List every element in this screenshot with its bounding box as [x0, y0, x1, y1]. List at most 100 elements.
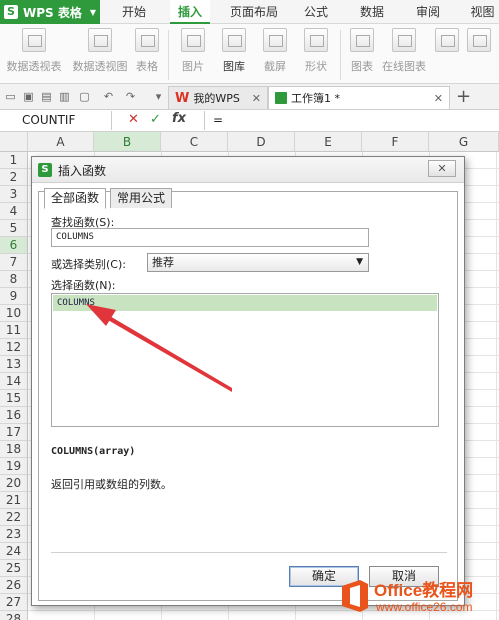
cancel-formula-icon[interactable]: ✕ [128, 112, 139, 127]
row-header[interactable]: 14 [0, 373, 28, 390]
column-header-selected[interactable]: B [94, 132, 161, 152]
function-signature: COLUMNS(array) [51, 446, 136, 457]
screenshot-button[interactable]: 截屏 [257, 28, 293, 74]
tab-review[interactable]: 审阅 [408, 0, 448, 24]
tab-common-formulas[interactable]: 常用公式 [110, 188, 173, 208]
doc-tab-my-wps[interactable]: W 我的WPS ✕ [168, 86, 268, 109]
wps-logo-icon: S [4, 5, 18, 19]
watermark-url: www.office26.com [376, 600, 473, 614]
category-label: 或选择类别(C): [51, 258, 126, 271]
print-preview-icon[interactable]: ▤ [40, 90, 53, 103]
row-header[interactable]: 9 [0, 288, 28, 305]
chevron-down-icon: ▼ [356, 257, 363, 267]
row-header[interactable]: 21 [0, 492, 28, 509]
row-header[interactable]: 2 [0, 169, 28, 186]
table-button[interactable]: 表格 [133, 28, 161, 74]
online-chart-button[interactable]: 在线图表 [380, 28, 428, 74]
row-header[interactable]: 19 [0, 458, 28, 475]
watermark: Office教程网 www.office26.com [340, 574, 499, 620]
dialog-title: 插入函数 [58, 164, 107, 178]
function-list-label: 选择函数(N): [51, 279, 116, 292]
doc-tab-label: 工作簿1 * [291, 92, 340, 105]
name-box[interactable]: COUNTIF [0, 111, 112, 130]
close-icon[interactable]: ✕ [426, 92, 443, 105]
preview-icon[interactable]: ▢ [78, 90, 91, 103]
row-header[interactable]: 1 [0, 152, 28, 169]
line-chart-dropdown[interactable] [464, 28, 494, 58]
row-header[interactable]: 13 [0, 356, 28, 373]
insert-function-icon[interactable]: fx [172, 111, 186, 126]
formula-input[interactable]: = [204, 111, 499, 130]
column-header[interactable]: E [295, 132, 362, 152]
row-header[interactable]: 18 [0, 441, 28, 458]
save-icon[interactable]: ▣ [22, 90, 35, 103]
close-icon[interactable]: ✕ [244, 92, 261, 105]
new-tab-icon[interactable]: + [456, 87, 471, 107]
pivot-table-button[interactable]: 数据透视表 [4, 28, 64, 74]
tab-data[interactable]: 数据 [352, 0, 392, 24]
shapes-button[interactable]: 形状 [298, 28, 334, 74]
undo-icon[interactable]: ↶ [102, 90, 115, 103]
accept-formula-icon[interactable]: ✓ [150, 112, 161, 127]
gallery-button[interactable]: 图库 [216, 28, 252, 74]
row-header[interactable]: 23 [0, 526, 28, 543]
picture-button[interactable]: 图片 [175, 28, 211, 74]
row-header[interactable]: 28 [0, 611, 28, 620]
chart-button[interactable]: 图表 [347, 28, 377, 74]
row-header[interactable]: 3 [0, 186, 28, 203]
function-description: 返回引用或数组的列数。 [51, 478, 172, 491]
row-header[interactable]: 15 [0, 390, 28, 407]
chevron-down-icon[interactable]: ▾ [152, 90, 165, 103]
screenshot-icon [263, 28, 287, 52]
row-header[interactable]: 16 [0, 407, 28, 424]
pivot-chart-button[interactable]: 数据透视图 [70, 28, 130, 74]
category-select[interactable]: 推荐 ▼ [147, 253, 369, 272]
tab-page-layout[interactable]: 页面布局 [224, 0, 284, 24]
list-item-selected[interactable]: COLUMNS [53, 295, 437, 311]
print-icon[interactable]: ▥ [58, 90, 71, 103]
row-header-selected[interactable]: 6 [0, 237, 28, 254]
open-icon[interactable]: ▭ [4, 90, 17, 103]
column-header[interactable]: F [362, 132, 429, 152]
row-header[interactable]: 10 [0, 305, 28, 322]
redo-icon[interactable]: ↷ [124, 90, 137, 103]
row-header[interactable]: 5 [0, 220, 28, 237]
select-all-corner[interactable] [0, 132, 28, 152]
column-header[interactable]: C [161, 132, 228, 152]
row-header[interactable]: 7 [0, 254, 28, 271]
row-header[interactable]: 11 [0, 322, 28, 339]
row-header[interactable]: 17 [0, 424, 28, 441]
row-header[interactable]: 24 [0, 543, 28, 560]
tab-view[interactable]: 视图 [466, 0, 499, 24]
row-header[interactable]: 12 [0, 339, 28, 356]
ribbon: 数据透视表 数据透视图 表格 图片 图库 截屏 形状 图表 在线图表 [0, 24, 499, 84]
function-search-input[interactable]: COLUMNS [51, 228, 369, 247]
function-list[interactable]: COLUMNS [51, 293, 439, 427]
doc-tab-workbook[interactable]: 工作簿1 * ✕ [268, 86, 450, 109]
row-header[interactable]: 27 [0, 594, 28, 611]
chart-icon [350, 28, 374, 52]
tab-insert[interactable]: 插入 [170, 0, 210, 24]
column-chart-dropdown[interactable] [432, 28, 462, 58]
column-header[interactable]: D [228, 132, 295, 152]
column-chart-icon [435, 28, 459, 52]
row-header[interactable]: 4 [0, 203, 28, 220]
table-icon [135, 28, 159, 52]
row-header[interactable]: 20 [0, 475, 28, 492]
tab-home[interactable]: 开始 [112, 0, 156, 24]
tab-formulas[interactable]: 公式 [296, 0, 336, 24]
app-menu-button[interactable]: S WPS 表格 ▼ [0, 0, 100, 24]
row-header[interactable]: 25 [0, 560, 28, 577]
tab-all-functions[interactable]: 全部函数 [44, 188, 107, 209]
dialog-title-bar[interactable]: S 插入函数 ✕ [32, 157, 464, 183]
chevron-down-icon: ▼ [89, 7, 97, 17]
office-logo-icon [342, 580, 368, 612]
column-header[interactable]: A [28, 132, 94, 152]
row-header[interactable]: 8 [0, 271, 28, 288]
dialog-close-button[interactable]: ✕ [428, 160, 456, 177]
online-chart-icon [392, 28, 416, 52]
row-header[interactable]: 22 [0, 509, 28, 526]
spreadsheet-icon [275, 92, 287, 104]
row-header[interactable]: 26 [0, 577, 28, 594]
column-header[interactable]: G [429, 132, 499, 152]
